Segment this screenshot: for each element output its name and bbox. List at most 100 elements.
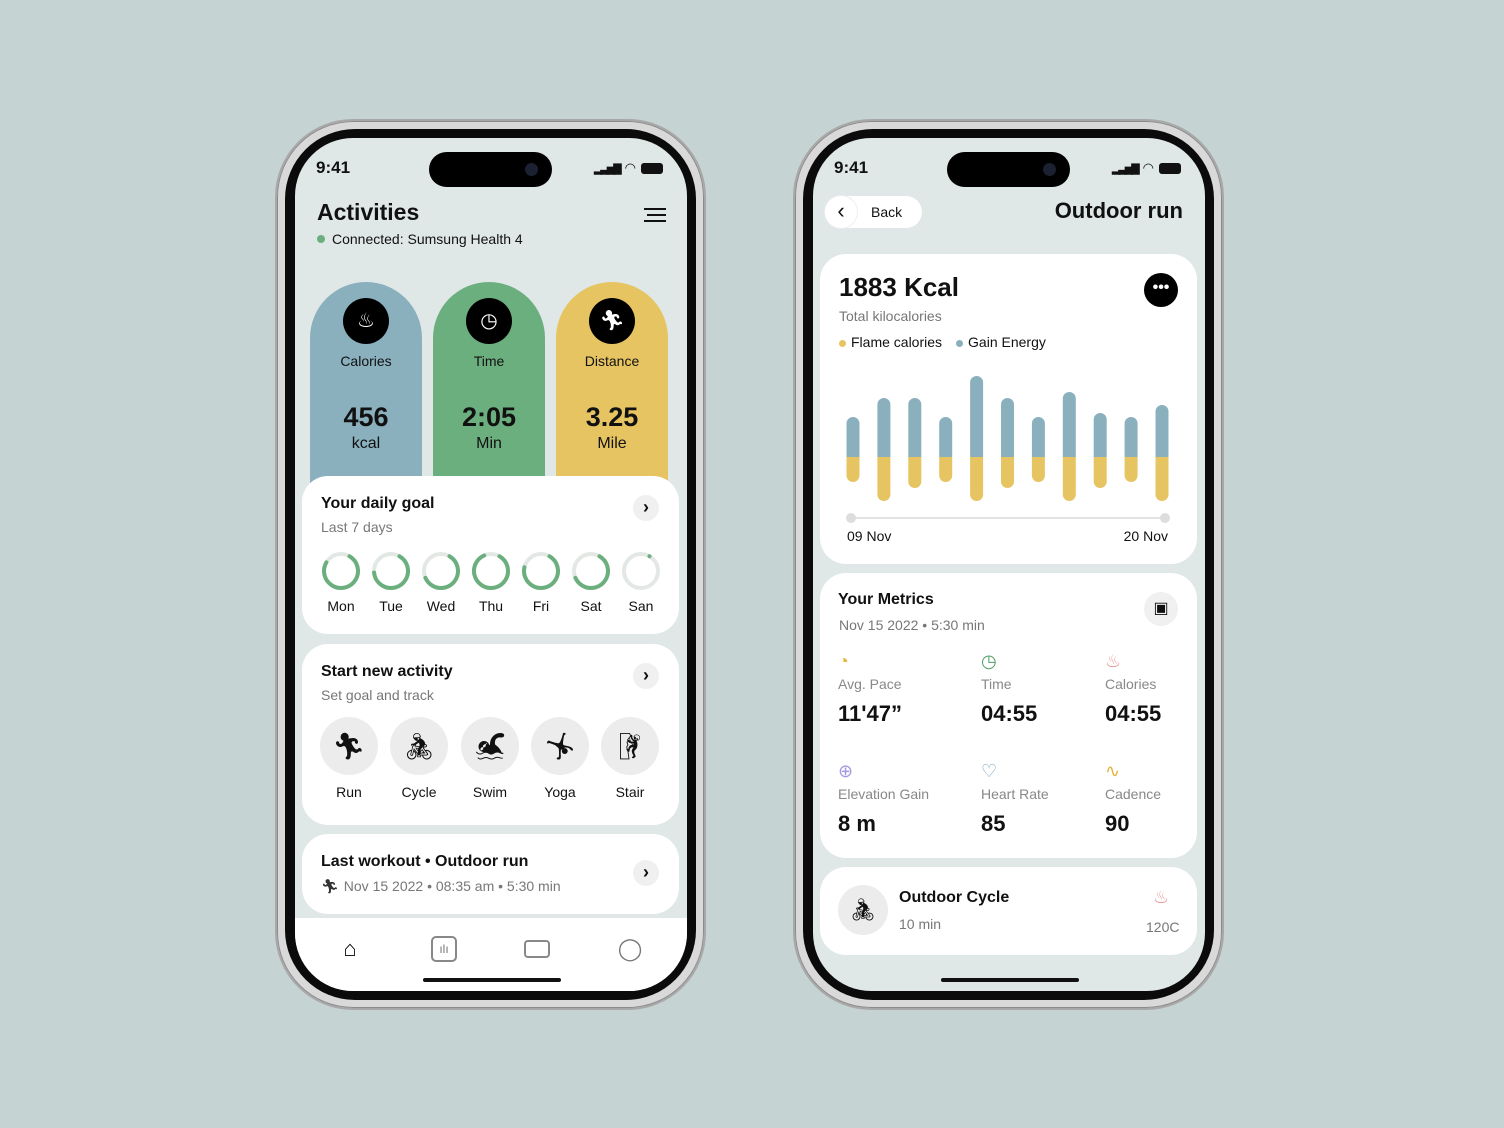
bar-gain-energy [939, 417, 953, 457]
back-button[interactable]: ‹ Back [825, 196, 922, 228]
metric-time: ◷ Time 04:55 [981, 651, 1101, 727]
range-handle-start[interactable] [846, 513, 856, 523]
metric-value: 11'47” [838, 701, 902, 726]
last-workout-details: 🏃︎ Nov 15 2022 • 08:35 am • 5:30 min [321, 878, 561, 895]
outdoor-cycle-card[interactable]: 🚴︎ Outdoor Cycle 10 min ♨ 120C [820, 867, 1197, 955]
goal-day[interactable]: Wed [420, 550, 462, 614]
metrics-card: Your Metrics Nov 15 2022 • 5:30 min ▣ ◔ A… [820, 573, 1197, 858]
bar-gain-energy [970, 376, 984, 457]
metric-avg-pace: ◔ Avg. Pace 11'47” [838, 651, 958, 727]
run-icon: 🏃︎ [320, 717, 378, 775]
chevron-right-icon[interactable]: › [633, 860, 659, 886]
activities-screen: 9:41 ▂▃▅▇ ◠ Activities Connected: Sumsun… [295, 138, 687, 991]
card-icon[interactable] [524, 940, 550, 958]
goal-day[interactable]: Sat [570, 550, 612, 614]
page-title: Activities [317, 199, 420, 225]
progress-ring [372, 551, 410, 590]
pace-icon: ◔ [838, 651, 849, 671]
metric-value: 04:55 [981, 701, 1038, 726]
activity-stair[interactable]: 🧗︎ Stair [600, 717, 660, 800]
activity-label: Swim [472, 784, 508, 800]
progress-ring [622, 551, 660, 590]
activity-swim[interactable]: 🏊︎ Swim [460, 717, 520, 800]
daily-goal-card[interactable]: Your daily goal Last 7 days › Mon Tue Wed T… [302, 476, 679, 634]
status-icons: ▂▃▅▇ ◠ [594, 160, 663, 176]
home-indicator [941, 978, 1079, 982]
metric-value: 85 [981, 811, 1006, 836]
menu-icon[interactable] [644, 208, 666, 222]
more-icon[interactable]: ••• [1144, 273, 1178, 307]
goal-day[interactable]: Fri [520, 550, 562, 614]
calendar-icon[interactable]: ▣ [1144, 592, 1178, 626]
x-start-label: 09 Nov [847, 528, 892, 544]
goal-day[interactable]: Mon [320, 550, 362, 614]
flame-icon: ♨ [1153, 887, 1170, 907]
stat-distance[interactable]: 🏃︎ Distance 3.25 Mile [556, 282, 668, 492]
bar-gain-energy [1093, 413, 1107, 457]
progress-ring [572, 551, 610, 590]
cycle-title: Outdoor Cycle [899, 889, 1010, 906]
goal-day[interactable]: San [620, 550, 662, 614]
profile-icon[interactable]: ◯ [617, 936, 643, 962]
progress-arc [372, 551, 410, 590]
activity-label: Yoga [544, 784, 576, 800]
metric-label: Elevation Gain [838, 786, 930, 802]
stat-unit: Mile [597, 435, 627, 452]
wifi-icon: ◠ [624, 160, 636, 175]
bar-flame-calories [1001, 457, 1014, 488]
day-label: Tue [379, 598, 403, 614]
stat-calories[interactable]: ♨ Calories 456 kcal [310, 282, 422, 492]
bar-flame-calories [1062, 457, 1076, 501]
metric-label: Time [981, 676, 1012, 692]
goal-day[interactable]: Tue [370, 550, 412, 614]
progress-arc [572, 551, 610, 590]
progress-ring [422, 551, 460, 590]
cycle-icon: 🚴︎ [838, 885, 888, 935]
day-label: Fri [532, 598, 550, 614]
status-time: 9:41 [316, 158, 351, 177]
activity-run[interactable]: 🏃︎ Run [319, 717, 379, 800]
activity-cycle[interactable]: 🚴︎ Cycle [389, 717, 449, 800]
progress-arc [622, 551, 660, 590]
legend-gain: Gain Energy [956, 334, 1046, 350]
chevron-right-icon[interactable]: › [633, 663, 659, 689]
bar-gain-energy [877, 398, 891, 457]
battery-icon [1159, 162, 1181, 174]
new-activity-card[interactable]: Start new activity Set goal and track › … [302, 644, 679, 825]
bar-gain-energy [1062, 392, 1076, 457]
bar-flame-calories [1031, 457, 1045, 482]
runner-icon: 🏃︎ [589, 298, 635, 344]
bar-flame-calories [1124, 457, 1138, 482]
metrics-title: Your Metrics [838, 591, 934, 608]
range-handle-end[interactable] [1160, 513, 1170, 523]
metric-cadence: ∿ Cadence 90 [1105, 761, 1205, 837]
connection-label: Connected: Sumsung Health 4 [332, 231, 523, 247]
metrics-subtitle: Nov 15 2022 • 5:30 min [839, 617, 985, 633]
chevron-left-icon: ‹ [825, 196, 857, 228]
bar-gain-energy [1031, 417, 1045, 457]
bar-flame-calories [1155, 457, 1169, 501]
chevron-right-icon[interactable]: › [633, 495, 659, 521]
stat-time[interactable]: ◷ Time 2:05 Min [433, 282, 545, 492]
metric-elevation-gain: ⊕ Elevation Gain 8 m [838, 761, 958, 837]
wifi-icon: ◠ [1142, 160, 1154, 175]
legend-flame: Flame calories [839, 334, 942, 350]
metric-label: Calories [1105, 676, 1157, 692]
day-label: Mon [327, 598, 355, 614]
progress-arc [422, 551, 460, 590]
outdoor-run-screen: 9:41 ▂▃▅▇ ◠ ‹ Back Outdoor run 1883 Kcal… [813, 138, 1205, 991]
bar-gain-energy [1155, 405, 1169, 457]
heart-icon: ♡ [981, 761, 998, 781]
day-label: San [628, 598, 654, 614]
goal-day[interactable]: Thu [470, 550, 512, 614]
bar-flame-calories [939, 457, 953, 482]
progress-arc [322, 551, 360, 590]
battery-icon [641, 162, 663, 174]
daily-goal-subtitle: Last 7 days [321, 519, 393, 535]
last-workout-card[interactable]: Last workout • Outdoor run 🏃︎ Nov 15 2022… [302, 834, 679, 914]
bar-gain-energy [1001, 398, 1014, 457]
activity-yoga[interactable]: 🤸︎ Yoga [530, 717, 590, 800]
home-icon[interactable]: ⌂ [337, 936, 363, 962]
calories-chart-card: 1883 Kcal Total kilocalories ••• Flame c… [820, 254, 1197, 564]
stats-icon[interactable]: ılı [431, 936, 457, 962]
